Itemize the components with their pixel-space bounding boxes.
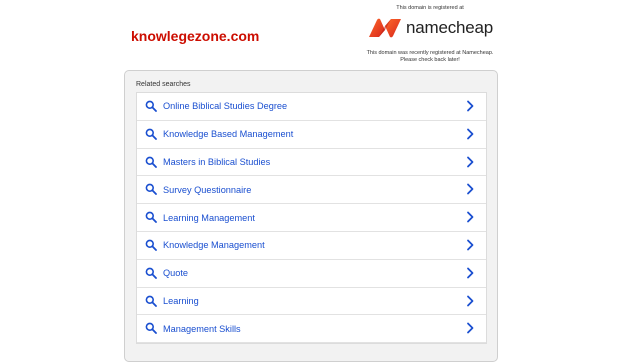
- list-item-label[interactable]: Online Biblical Studies Degree: [163, 101, 287, 111]
- search-icon: [145, 156, 157, 168]
- list-item-label[interactable]: Knowledge Management: [163, 240, 265, 250]
- namecheap-logo-icon: [368, 18, 401, 38]
- search-icon: [145, 100, 157, 112]
- list-item[interactable]: Learning: [137, 288, 486, 316]
- search-icon: [145, 183, 157, 196]
- list-item[interactable]: Learning Management: [137, 204, 486, 232]
- chevron-right-icon: [467, 295, 474, 306]
- list-item-label[interactable]: Survey Questionnaire: [163, 185, 251, 195]
- domain-title[interactable]: knowlegezone.com: [131, 28, 259, 44]
- list-item[interactable]: Masters in Biblical Studies: [137, 149, 486, 177]
- list-item-label[interactable]: Learning: [163, 296, 199, 306]
- registrar-note-line-1: This domain was recently registered at N…: [366, 50, 494, 56]
- related-searches-panel: Related searches Online Biblical Studies…: [124, 70, 498, 362]
- namecheap-brand-text: namecheap: [405, 18, 494, 37]
- chevron-right-icon: [467, 183, 474, 195]
- list-item-label[interactable]: Learning Management: [163, 213, 255, 223]
- search-icon: [145, 267, 157, 279]
- registrar-intro: This domain is registered at: [396, 5, 464, 11]
- registrar-block: This domain is registered at namecheap T…: [355, 4, 505, 64]
- list-item-label[interactable]: Knowledge Based Management: [163, 129, 293, 139]
- related-searches-list: Online Biblical Studies Degree Knowledge…: [136, 92, 487, 345]
- search-icon: [145, 322, 157, 335]
- chevron-right-icon: [467, 100, 474, 112]
- list-item[interactable]: Online Biblical Studies Degree: [137, 93, 486, 121]
- list-item[interactable]: Knowledge Management: [137, 232, 486, 260]
- chevron-right-icon: [467, 239, 474, 251]
- chevron-right-icon: [467, 267, 474, 279]
- chevron-right-icon: [467, 128, 474, 140]
- search-icon: [145, 211, 157, 224]
- registrar-note-line-2: Please check back later!: [400, 57, 460, 63]
- list-item-label[interactable]: Quote: [163, 268, 188, 278]
- list-item[interactable]: Knowledge Based Management: [137, 121, 486, 149]
- namecheap-logo[interactable]: namecheap: [355, 16, 505, 40]
- search-icon: [145, 239, 157, 251]
- list-item[interactable]: Quote: [137, 260, 486, 288]
- chevron-right-icon: [467, 211, 474, 223]
- search-icon: [145, 128, 157, 140]
- list-item-label[interactable]: Management Skills: [163, 324, 241, 334]
- chevron-right-icon: [467, 322, 474, 334]
- list-item[interactable]: Management Skills: [137, 315, 486, 344]
- search-icon: [145, 295, 157, 307]
- list-item[interactable]: Survey Questionnaire: [137, 176, 486, 205]
- chevron-right-icon: [467, 156, 474, 167]
- related-searches-label: Related searches: [136, 81, 191, 88]
- list-item-label[interactable]: Masters in Biblical Studies: [163, 157, 270, 167]
- registrar-note: This domain was recently registered at N…: [355, 50, 505, 64]
